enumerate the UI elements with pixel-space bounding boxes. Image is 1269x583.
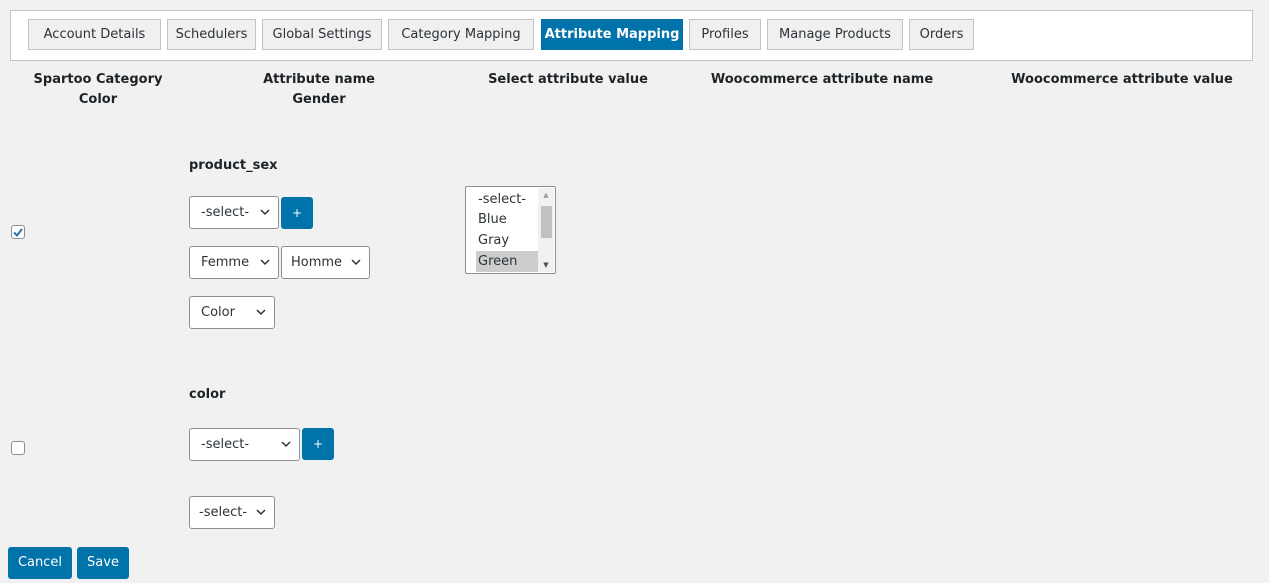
tab-profiles[interactable]: Profiles (689, 19, 761, 50)
chevron-down-icon (260, 259, 270, 266)
attribute-name-header: Attribute name Gender (234, 70, 404, 110)
scrollbar-thumb[interactable] (541, 206, 552, 238)
chevron-down-icon (281, 441, 291, 448)
woo-attribute-select-value: Color (201, 305, 235, 320)
woo-attribute-value-header: Woocommerce attribute value (1011, 72, 1233, 87)
tab-global-settings[interactable]: Global Settings (262, 19, 382, 50)
product-sex-select[interactable]: -select- (189, 196, 279, 229)
woo-attribute-name-header: Woocommerce attribute name (710, 72, 934, 87)
chevron-down-icon (256, 309, 266, 316)
color-select-value: -select- (201, 437, 250, 452)
woo-attribute-select[interactable]: Color (189, 296, 275, 329)
chevron-down-icon (260, 209, 270, 216)
add-button-color[interactable]: + (302, 428, 334, 460)
color-second-select-value: -select- (199, 505, 248, 520)
row-checkbox-color[interactable] (11, 441, 25, 455)
checkmark-icon (13, 228, 23, 238)
add-button-product-sex[interactable]: + (281, 197, 313, 229)
tab-attribute-mapping[interactable]: Attribute Mapping (541, 19, 683, 50)
save-button[interactable]: Save (77, 547, 129, 579)
tab-schedulers[interactable]: Schedulers (167, 19, 256, 50)
tab-category-mapping[interactable]: Category Mapping (388, 19, 534, 50)
spartoo-category-label: Spartoo Category (33, 72, 163, 87)
select-attribute-value-header: Select attribute value (488, 72, 648, 87)
listbox-option[interactable]: -select- (476, 189, 540, 210)
attribute-name-value: Gender (292, 92, 346, 107)
color-second-select[interactable]: -select- (189, 496, 275, 529)
listbox-scrollbar[interactable]: ▲ ▼ (538, 188, 554, 272)
spartoo-category-header: Spartoo Category Color (28, 70, 168, 110)
product-sex-select-value: -select- (201, 205, 250, 220)
femme-select-value: Femme (201, 255, 250, 270)
femme-select[interactable]: Femme (189, 246, 279, 279)
scroll-up-arrow-icon[interactable]: ▲ (538, 188, 554, 202)
tab-account-details[interactable]: Account Details (28, 19, 161, 50)
tab-manage-products[interactable]: Manage Products (767, 19, 903, 50)
color-select[interactable]: -select- (189, 428, 300, 461)
cancel-button[interactable]: Cancel (8, 547, 72, 579)
tab-orders[interactable]: Orders (909, 19, 974, 50)
attribute-name-label: Attribute name (263, 72, 375, 87)
attribute-value-listbox[interactable]: -select- Blue Gray Green ▲ ▼ (465, 186, 556, 274)
listbox-option[interactable]: Blue (476, 209, 540, 230)
homme-select[interactable]: Homme (281, 246, 370, 279)
scroll-down-arrow-icon[interactable]: ▼ (538, 258, 554, 272)
listbox-option[interactable]: Gray (476, 230, 540, 251)
spartoo-category-value: Color (78, 92, 118, 107)
attribute-label-product-sex: product_sex (189, 158, 278, 173)
row-checkbox-product-sex[interactable] (11, 225, 25, 239)
listbox-option-selected[interactable]: Green (476, 251, 540, 272)
attribute-label-color: color (189, 387, 226, 402)
chevron-down-icon (256, 509, 266, 516)
tab-bar: Account Details Schedulers Global Settin… (10, 10, 1253, 61)
chevron-down-icon (351, 259, 361, 266)
homme-select-value: Homme (291, 255, 343, 270)
